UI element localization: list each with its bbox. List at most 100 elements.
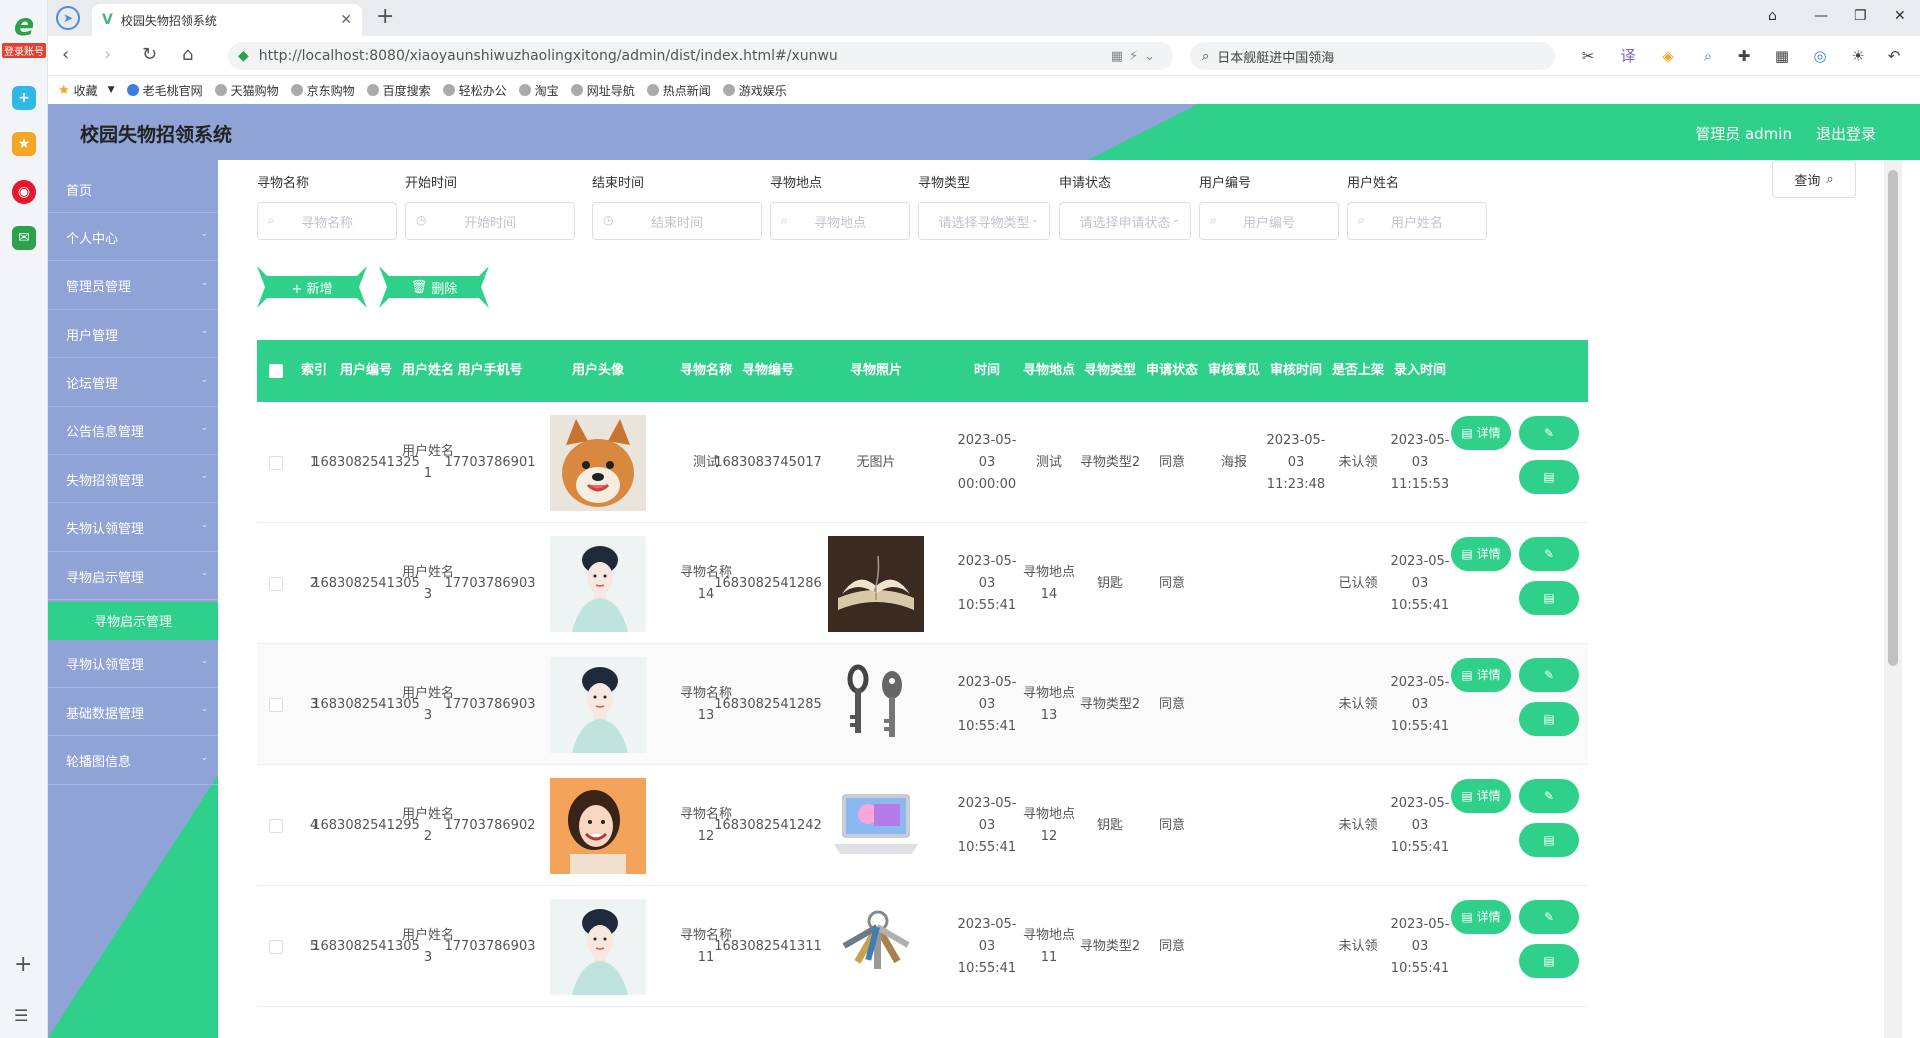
filter-select[interactable]: ⌄ 请选择申请状态 <box>1059 202 1191 240</box>
sidebar-item[interactable]: 管理员管理 ⌄ <box>48 263 218 310</box>
mail-icon[interactable]: ✉ <box>12 226 36 250</box>
select-all-checkbox[interactable] <box>269 364 283 378</box>
filter-input[interactable]: ⌕ 寻物名称 <box>257 202 397 240</box>
edit-button[interactable]: ✎ <box>1519 779 1579 813</box>
sidebar-item[interactable]: 公告信息管理 ⌄ <box>48 408 218 455</box>
detail-button[interactable]: ▤ 详情 <box>1451 779 1511 813</box>
add-panel-icon[interactable]: + <box>14 952 32 977</box>
shelf-button[interactable]: ▤ <box>1519 702 1579 736</box>
shelf-button[interactable]: ▤ <box>1519 581 1579 615</box>
add-button[interactable]: + 新增 <box>257 266 367 308</box>
url-tools-icon[interactable]: ▦⚡⌄ <box>1111 49 1161 64</box>
plus-app-icon[interactable]: + <box>12 86 36 110</box>
row-checkbox[interactable] <box>269 697 283 712</box>
bookmark-item[interactable]: 淘宝 <box>518 82 559 99</box>
edit-button[interactable]: ✎ <box>1519 416 1579 450</box>
table-cell: 寻物类型2 <box>1079 454 1141 470</box>
sidebar-item[interactable]: 个人中心 ⌄ <box>48 214 218 262</box>
query-button[interactable]: 查询 ⌕ <box>1772 160 1856 198</box>
translate-icon[interactable]: 译 <box>1618 46 1638 66</box>
row-checkbox[interactable] <box>269 576 283 591</box>
forward-icon[interactable]: › <box>104 46 111 64</box>
table-cell: 1683082541305 <box>312 696 420 712</box>
scrollbar-thumb[interactable] <box>1888 170 1898 666</box>
detail-button[interactable]: ▤ 详情 <box>1451 537 1511 571</box>
sidebar-item[interactable]: 用户管理 ⌄ <box>48 311 218 359</box>
filter-input[interactable]: ⌕ 寻物地点 <box>770 202 910 240</box>
row-checkbox[interactable] <box>269 455 283 470</box>
filter-input[interactable]: ◷ 开始时间 <box>405 202 575 240</box>
sidebar-item[interactable]: 寻物启示管理 ⌄ <box>48 553 218 601</box>
actions-cell: ▤ 详情 ✎ ▤ <box>1451 644 1588 765</box>
shirt-icon[interactable]: ⌂ <box>1768 8 1777 24</box>
star-app-icon[interactable]: ★ <box>12 132 36 156</box>
sidebar-subitem[interactable]: 寻物启示管理 <box>48 601 218 640</box>
active-tab[interactable]: V 校园失物招领系统 ✕ <box>92 4 362 36</box>
close-tab-icon[interactable]: ✕ <box>340 12 352 28</box>
reload-icon[interactable]: ↻ <box>142 46 157 64</box>
find-icon[interactable]: ⌕ <box>1698 46 1718 66</box>
brightness-icon[interactable]: ☀ <box>1848 46 1868 66</box>
bookmark-item[interactable]: 游戏娱乐 <box>722 82 787 99</box>
new-tab-icon[interactable]: + <box>376 6 394 28</box>
filter-input[interactable]: ⌕ 用户编号 <box>1199 202 1339 240</box>
column-header: 操作 <box>1451 340 1588 402</box>
bookmark-item[interactable]: 老毛桃官网 <box>126 82 203 99</box>
back-icon[interactable]: ‹ <box>62 46 69 64</box>
restore-icon[interactable]: ❐ <box>1854 8 1867 24</box>
detail-button[interactable]: ▤ 详情 <box>1451 658 1511 692</box>
close-window-icon[interactable]: ✕ <box>1894 8 1906 24</box>
home-icon[interactable]: ⌂ <box>182 46 193 64</box>
shield-icon[interactable]: ◈ <box>1658 46 1678 66</box>
login-badge[interactable]: 登录账号 <box>2 43 46 58</box>
bookmark-item[interactable]: 天猫购物 <box>214 82 279 99</box>
edit-button[interactable]: ✎ <box>1519 900 1579 934</box>
shelf-button[interactable]: ▤ <box>1519 823 1579 857</box>
bookmark-item[interactable]: 网址导航 <box>570 82 635 99</box>
sidebar-item[interactable]: 失物认领管理 ⌄ <box>48 505 218 552</box>
bookmark-item[interactable]: 轻松办公 <box>442 82 507 99</box>
filter-input[interactable]: ◷ 结束时间 <box>592 202 762 240</box>
sidebar-item[interactable]: 论坛管理 ⌄ <box>48 360 218 407</box>
edit-button[interactable]: ✎ <box>1519 537 1579 571</box>
extension-icon[interactable]: ✚ <box>1734 46 1754 66</box>
column-header: 寻物地点 <box>1022 363 1075 378</box>
weibo-icon[interactable]: ◉ <box>12 180 36 204</box>
browser-logo[interactable]: e 登录账号 <box>0 11 48 59</box>
row-checkbox[interactable] <box>269 818 283 833</box>
sync-icon[interactable]: ◎ <box>1810 46 1830 66</box>
sidebar-item[interactable]: 轮播图信息 ⌄ <box>48 738 218 785</box>
filter-select[interactable]: ⌄ 请选择寻物类型 <box>918 202 1050 240</box>
scrollbar[interactable] <box>1884 160 1902 1038</box>
scissors-icon[interactable]: ✂ <box>1578 46 1598 66</box>
document-icon: ▤ <box>1461 547 1473 561</box>
detail-button[interactable]: ▤ 详情 <box>1451 416 1511 450</box>
sidebar-item[interactable]: 寻物认领管理 ⌄ <box>48 641 218 688</box>
navigation-icon[interactable]: ➤ <box>56 6 80 30</box>
shelf-button[interactable]: ▤ <box>1519 460 1579 494</box>
bookmark-item[interactable]: 百度搜索 <box>366 82 431 99</box>
table-cell: 1683082541305 <box>312 575 420 591</box>
bookmark-item[interactable]: 热点新闻 <box>646 82 711 99</box>
delete-button[interactable]: 🗑 删除 <box>379 266 489 308</box>
browser-search-input[interactable]: ⌕ 日本舰艇进中国领海 <box>1190 42 1555 70</box>
detail-button[interactable]: ▤ 详情 <box>1451 900 1511 934</box>
sidebar-item[interactable]: 首页 <box>48 166 218 213</box>
sidebar-item[interactable]: 基础数据管理 ⌄ <box>48 689 218 737</box>
admin-label[interactable]: 管理员 admin <box>1695 123 1792 144</box>
url-field[interactable]: ◆ http://localhost:8080/xiaoyaunshiwuzha… <box>228 42 1173 70</box>
logout-button[interactable]: 退出登录 <box>1816 123 1876 144</box>
row-checkbox[interactable] <box>269 939 283 954</box>
shelf-button[interactable]: ▤ <box>1519 944 1579 978</box>
photo-cell <box>797 886 955 1007</box>
minimize-icon[interactable]: — <box>1814 8 1828 24</box>
undo-icon[interactable]: ↶ <box>1884 46 1904 66</box>
bookmark-item[interactable]: 京东购物 <box>290 82 355 99</box>
sidebar-item[interactable]: 失物招领管理 ⌄ <box>48 456 218 504</box>
bookmark-favorites[interactable]: ★ 收藏 ▼ <box>58 82 115 99</box>
filter-input[interactable]: ⌕ 用户姓名 <box>1347 202 1487 240</box>
edit-button[interactable]: ✎ <box>1519 658 1579 692</box>
item-photo-image <box>828 777 924 874</box>
grid-icon[interactable]: ▦ <box>1772 46 1792 66</box>
menu-list-icon[interactable]: ☰ <box>14 1006 28 1025</box>
